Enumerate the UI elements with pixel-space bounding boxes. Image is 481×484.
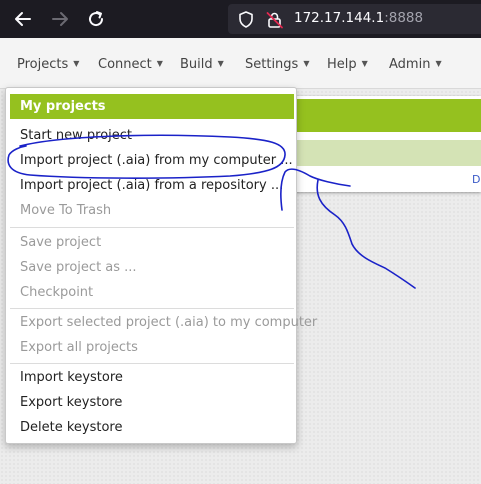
save-project-item: Save project	[20, 235, 102, 250]
menu-settings-label: Settings	[245, 57, 299, 72]
import-project-repository-item[interactable]: Import project (.aia) from a repository …	[20, 178, 283, 193]
reload-icon	[89, 11, 104, 27]
url-port: :8888	[384, 10, 424, 26]
projects-dropdown-menu: My projects Start new project Import pro…	[5, 87, 317, 444]
panel-toolbar-bar	[292, 140, 481, 166]
back-arrow-icon	[15, 12, 31, 26]
panel-link[interactable]: D	[472, 173, 480, 186]
address-bar[interactable]: 172.17.144.1:8888	[228, 4, 481, 34]
menu-divider	[10, 308, 294, 309]
menu-admin[interactable]: Admin ▼	[389, 57, 442, 72]
menu-build[interactable]: Build ▼	[180, 57, 224, 72]
delete-keystore-item[interactable]: Delete keystore	[20, 420, 122, 435]
import-keystore-item[interactable]: Import keystore	[20, 370, 123, 385]
my-projects-item[interactable]: My projects	[10, 94, 294, 119]
menu-projects-label: Projects	[17, 57, 69, 72]
move-to-trash-item: Move To Trash	[20, 203, 112, 218]
back-button[interactable]	[11, 7, 35, 31]
menu-settings[interactable]: Settings ▼	[245, 57, 309, 72]
checkpoint-item: Checkpoint	[20, 285, 94, 300]
insecure-lock-icon[interactable]	[266, 11, 284, 29]
shield-icon[interactable]	[238, 11, 254, 28]
app-menubar: Projects ▼ Connect ▼ Build ▼ Settings ▼ Help…	[0, 38, 481, 89]
panel-header-bar	[292, 99, 481, 132]
reload-button[interactable]	[84, 7, 108, 31]
menu-divider	[10, 363, 294, 364]
url-text: 172.17.144.1:8888	[294, 10, 423, 26]
forward-button[interactable]	[48, 7, 72, 31]
caret-down-icon: ▼	[361, 59, 368, 68]
url-host: 172.17.144.1	[294, 10, 385, 26]
caret-down-icon: ▼	[435, 59, 442, 68]
menu-help[interactable]: Help ▼	[327, 57, 368, 72]
import-project-computer-item[interactable]: Import project (.aia) from my computer .…	[20, 153, 293, 168]
caret-down-icon: ▼	[156, 59, 163, 68]
menu-build-label: Build	[180, 57, 213, 72]
menu-admin-label: Admin	[389, 57, 431, 72]
menu-help-label: Help	[327, 57, 357, 72]
forward-arrow-icon	[52, 12, 68, 26]
caret-down-icon: ▼	[73, 59, 80, 68]
export-all-projects-item: Export all projects	[20, 340, 138, 355]
start-new-project-item[interactable]: Start new project	[20, 128, 132, 143]
export-keystore-item[interactable]: Export keystore	[20, 395, 122, 410]
menu-connect[interactable]: Connect ▼	[98, 57, 163, 72]
menu-divider	[10, 227, 294, 228]
browser-toolbar: 172.17.144.1:8888	[0, 0, 481, 38]
export-selected-project-item: Export selected project (.aia) to my com…	[20, 315, 318, 330]
save-project-as-item: Save project as ...	[20, 260, 137, 275]
projects-panel: D	[292, 96, 481, 192]
caret-down-icon: ▼	[217, 59, 224, 68]
menu-projects[interactable]: Projects ▼	[17, 57, 79, 72]
menu-connect-label: Connect	[98, 57, 152, 72]
caret-down-icon: ▼	[303, 59, 310, 68]
